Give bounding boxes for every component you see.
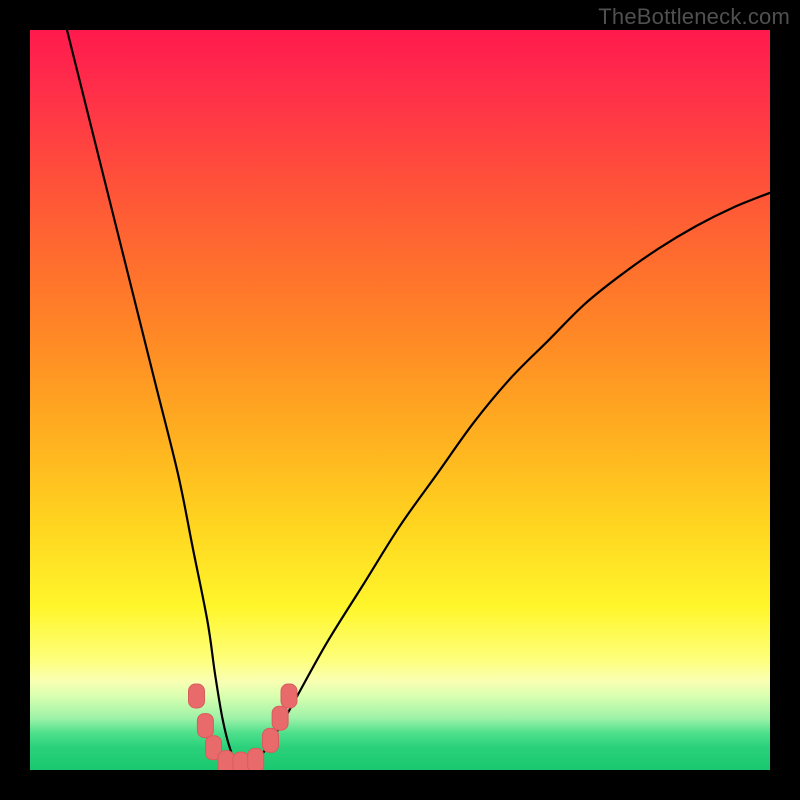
marker-right-1	[263, 728, 279, 752]
marker-right-2	[272, 706, 288, 730]
marker-bottom-2	[233, 752, 249, 770]
marker-bottom-1	[218, 751, 234, 770]
marker-group	[189, 684, 298, 770]
curve-layer	[30, 30, 770, 770]
plot-area	[30, 30, 770, 770]
bottleneck-curve	[67, 30, 770, 764]
marker-right-3	[281, 684, 297, 708]
attribution-text: TheBottleneck.com	[598, 4, 790, 30]
marker-left-1	[189, 684, 205, 708]
chart-frame: TheBottleneck.com	[0, 0, 800, 800]
marker-left-2	[197, 714, 213, 738]
marker-bottom-3	[248, 748, 264, 770]
